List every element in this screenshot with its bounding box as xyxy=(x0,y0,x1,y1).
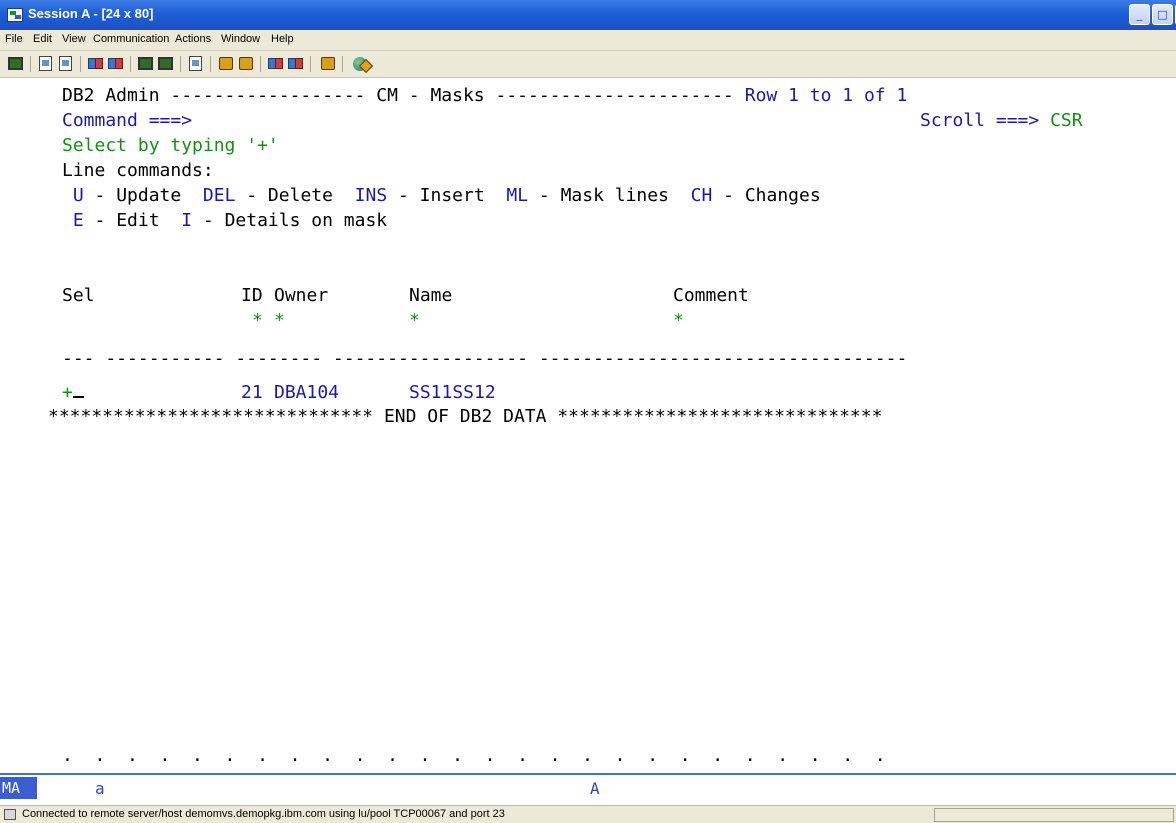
panel-title: DB2 Admin ------------------ CM - Masks … xyxy=(62,85,734,106)
connection-status: Connected to remote server/host demomvs.… xyxy=(22,808,505,820)
cmd-desc-update: - Update xyxy=(83,185,203,206)
line-commands-label: Line commands: xyxy=(62,160,214,181)
scroll-field[interactable]: Scroll ===> CSR xyxy=(920,108,1083,133)
filter-id[interactable]: * xyxy=(252,308,263,333)
col-header-name: Name xyxy=(409,285,453,306)
minimize-button[interactable]: _ xyxy=(1129,4,1150,25)
menu-bar: File Edit View Communication Actions Win… xyxy=(0,30,1176,51)
paste-icon[interactable] xyxy=(56,54,76,74)
bottom-dots: . . . . . . . . . . . . . . . . . . . . … xyxy=(62,745,886,766)
cmd-key-update: U xyxy=(72,185,84,206)
print-screen-icon[interactable] xyxy=(6,54,26,74)
row-name: SS11SS12 xyxy=(409,382,496,403)
cmd-key-mask-lines: ML xyxy=(506,185,529,206)
filter-owner[interactable]: * xyxy=(274,308,285,333)
cmd-key-changes: CH xyxy=(690,185,713,206)
receive-file-icon[interactable] xyxy=(106,54,126,74)
cmd-desc-changes: - Changes xyxy=(712,185,821,206)
cmd-desc-delete: - Delete xyxy=(235,185,355,206)
select-hint: Select by typing '+' xyxy=(62,135,279,156)
filter-name[interactable]: * xyxy=(409,308,420,333)
command-label: Command ===> xyxy=(62,110,193,131)
panel-header: DB2 Admin ------------------ CM - Masks … xyxy=(62,83,907,108)
col-header-comment: Comment xyxy=(673,285,749,306)
title-bar: Session A - [24 x 80] _ □ × xyxy=(0,0,1176,30)
row-indicator: Row 1 to 1 of 1 xyxy=(744,85,908,106)
cmd-key-insert: INS xyxy=(354,185,388,206)
scroll-label: Scroll ===> xyxy=(920,110,1040,131)
oia-mode: MA xyxy=(0,777,37,799)
clipboard-icon[interactable] xyxy=(318,54,338,74)
col-header-id: ID xyxy=(241,285,263,306)
toolbar-separator xyxy=(80,56,81,72)
play-macro-icon[interactable] xyxy=(236,54,256,74)
record-macro-icon[interactable] xyxy=(216,54,236,74)
scroll-value[interactable]: CSR xyxy=(1050,110,1083,131)
toolbar-separator xyxy=(30,56,31,72)
menu-file[interactable]: File xyxy=(5,33,23,45)
menu-actions[interactable]: Actions xyxy=(175,33,211,45)
toolbar-separator xyxy=(210,56,211,72)
stop-macro-icon[interactable] xyxy=(266,54,286,74)
cmd-key-details: I xyxy=(181,210,193,231)
menu-edit[interactable]: Edit xyxy=(33,33,52,45)
send-file-icon[interactable] xyxy=(86,54,106,74)
session-icon[interactable] xyxy=(7,8,23,22)
menu-view[interactable]: View xyxy=(62,33,86,45)
window-title: Session A - [24 x 80] xyxy=(28,6,154,21)
oia-indicator-a: a xyxy=(95,779,105,798)
menu-communication[interactable]: Communication xyxy=(93,33,169,45)
toolbar xyxy=(0,51,1176,78)
cmd-desc-insert: - Insert xyxy=(387,185,507,206)
row-owner: DBA104 xyxy=(274,382,340,403)
toolbar-separator xyxy=(310,56,311,72)
cmd-desc-mask-lines: - Mask lines xyxy=(528,185,691,206)
toolbar-separator xyxy=(180,56,181,72)
column-separator: --- ----------- -------- ---------------… xyxy=(62,348,908,369)
filter-comment[interactable]: * xyxy=(673,308,684,333)
operator-info-area: MA a A xyxy=(0,775,1176,805)
toolbar-separator xyxy=(260,56,261,72)
menu-help[interactable]: Help xyxy=(271,33,294,45)
row-sel[interactable]: + xyxy=(62,382,73,403)
table-row[interactable]: + xyxy=(62,380,84,405)
connection-icon xyxy=(4,809,16,820)
status-bar: Connected to remote server/host demomvs.… xyxy=(0,805,1176,823)
macro-options-icon[interactable] xyxy=(286,54,306,74)
col-header-owner: Owner xyxy=(274,285,329,306)
maximize-button[interactable]: □ xyxy=(1152,4,1173,25)
line-commands-row-1: U - Update DEL - Delete INS - Insert ML … xyxy=(62,183,821,208)
menu-window[interactable]: Window xyxy=(221,33,260,45)
terminal-screen[interactable]: DB2 Admin ------------------ CM - Masks … xyxy=(0,78,1176,773)
toolbar-separator xyxy=(130,56,131,72)
emulator-window: Session A - [24 x 80] _ □ × File Edit Vi… xyxy=(0,0,1176,823)
copy-icon[interactable] xyxy=(36,54,56,74)
globe-icon[interactable] xyxy=(350,54,370,74)
oia-indicator-b: A xyxy=(590,779,600,798)
end-of-data: ****************************** END OF DB… xyxy=(48,406,883,427)
keypad-icon[interactable] xyxy=(186,54,206,74)
display-icon[interactable] xyxy=(136,54,156,74)
display-alt-icon[interactable] xyxy=(156,54,176,74)
cmd-key-delete: DEL xyxy=(202,185,236,206)
status-pane xyxy=(934,808,1174,822)
row-id: 21 xyxy=(241,382,263,403)
cmd-key-edit: E xyxy=(72,210,84,231)
cmd-desc-details: - Details on mask xyxy=(192,210,388,231)
cmd-desc-edit: - Edit xyxy=(83,210,182,231)
toolbar-separator xyxy=(342,56,343,72)
line-commands-row-2: E - Edit I - Details on mask xyxy=(62,208,387,233)
text-cursor xyxy=(72,396,84,398)
col-header-sel: Sel xyxy=(62,285,95,306)
